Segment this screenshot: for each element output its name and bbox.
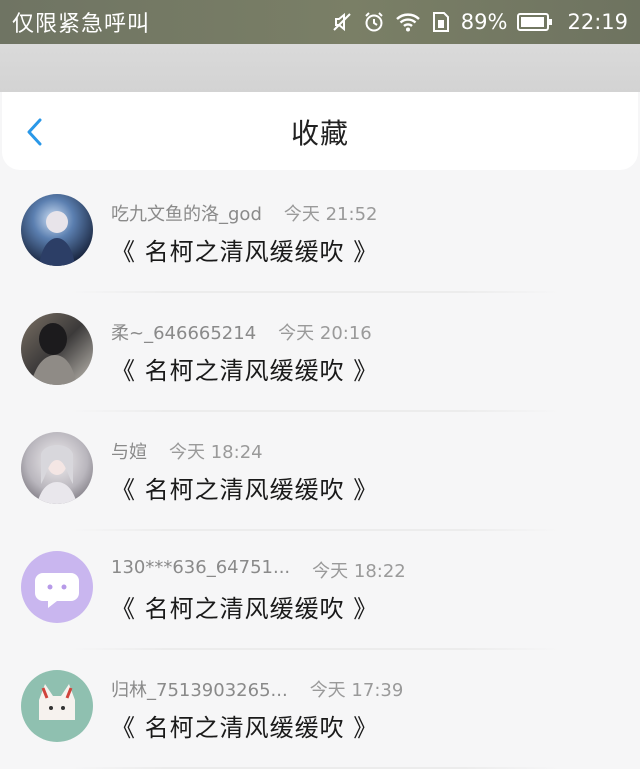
page-title: 收藏 [290, 117, 349, 150]
book-title: 《 名柯之清风缓缓吹 》 [111, 476, 379, 504]
mute-icon [331, 11, 353, 33]
favorites-list: 吃九文鱼的洛_god 今天 21:52 《 名柯之清风缓缓吹 》 柔~_6466… [0, 174, 640, 769]
avatar [21, 551, 93, 623]
status-bar: 仅限紧急呼叫 89% 22:19 [0, 0, 640, 44]
timestamp: 今天 18:22 [312, 561, 406, 582]
wifi-icon [395, 11, 421, 33]
battery-icon [517, 12, 553, 32]
clock-time: 22:19 [567, 10, 628, 34]
timestamp: 今天 18:24 [169, 442, 263, 463]
avatar [21, 670, 93, 742]
timestamp: 今天 20:16 [278, 323, 372, 344]
list-item[interactable]: 与媗 今天 18:24 《 名柯之清风缓缓吹 》 [0, 412, 640, 531]
avatar [21, 432, 93, 504]
list-item[interactable]: 归林_7513903265... 今天 17:39 《 名柯之清风缓缓吹 》 [0, 650, 640, 769]
item-meta: 归林_7513903265... 今天 17:39 [111, 676, 403, 702]
page-header: 收藏 [2, 92, 638, 170]
book-title: 《 名柯之清风缓缓吹 》 [111, 595, 379, 623]
timestamp: 今天 17:39 [309, 680, 404, 701]
list-item[interactable]: 吃九文鱼的洛_god 今天 21:52 《 名柯之清风缓缓吹 》 [0, 174, 640, 293]
list-item[interactable]: 130***636_64751... 今天 18:22 《 名柯之清风缓缓吹 》 [0, 531, 640, 650]
user-name: 归林_7513903265... [111, 680, 288, 701]
book-title: 《 名柯之清风缓缓吹 》 [111, 714, 379, 742]
user-name: 130***636_64751... [111, 557, 291, 578]
item-meta: 柔~_646665214 今天 20:16 [111, 319, 372, 345]
user-name: 吃九文鱼的洛_god [111, 204, 262, 225]
status-icons: 89% 22:19 [331, 10, 628, 34]
sim-icon [431, 11, 451, 33]
book-title: 《 名柯之清风缓缓吹 》 [111, 357, 379, 385]
user-name: 与媗 [111, 442, 147, 463]
book-title: 《 名柯之清风缓缓吹 》 [111, 238, 379, 266]
battery-percent: 89% [460, 10, 508, 34]
alarm-icon [363, 11, 385, 33]
carrier-text: 仅限紧急呼叫 [12, 12, 151, 37]
timestamp: 今天 21:52 [283, 204, 378, 225]
avatar [21, 313, 93, 385]
user-name: 柔~_646665214 [111, 323, 257, 344]
item-meta: 吃九文鱼的洛_god 今天 21:52 [111, 200, 377, 226]
avatar [21, 194, 93, 266]
item-meta: 与媗 今天 18:24 [111, 438, 263, 464]
toolbar-band [0, 44, 640, 92]
list-item[interactable]: 柔~_646665214 今天 20:16 《 名柯之清风缓缓吹 》 [0, 293, 640, 412]
item-meta: 130***636_64751... 今天 18:22 [111, 557, 406, 583]
